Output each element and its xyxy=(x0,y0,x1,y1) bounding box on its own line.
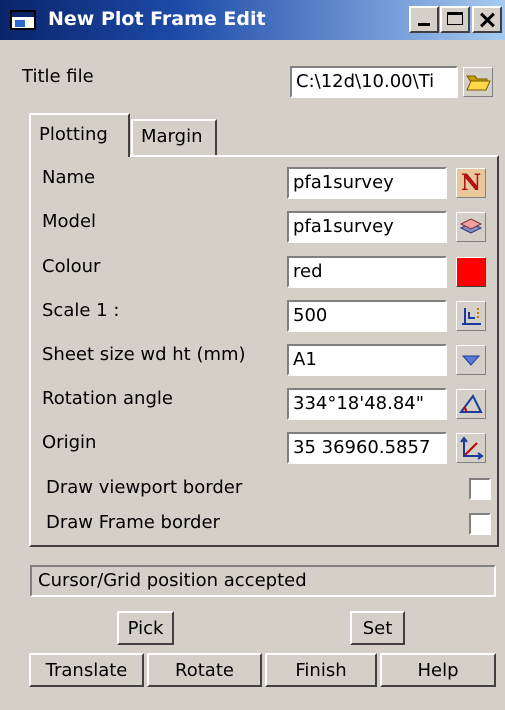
name-n-icon[interactable]: N xyxy=(456,168,486,198)
colour-label: Colour xyxy=(42,256,101,277)
sheet-size-label: Sheet size wd ht (mm) xyxy=(42,344,246,365)
chevron-down-icon[interactable] xyxy=(456,345,486,375)
window-title: New Plot Frame Edit xyxy=(48,8,266,30)
minimize-button[interactable] xyxy=(409,6,439,33)
origin-input[interactable]: 35 36960.5857 xyxy=(287,432,447,464)
rotation-input[interactable]: 334°18'48.84" xyxy=(287,388,447,420)
help-button[interactable]: Help xyxy=(380,653,496,687)
model-input[interactable]: pfa1survey xyxy=(287,211,447,243)
app-icon xyxy=(10,10,36,30)
frame-border-label: Draw Frame border xyxy=(46,512,220,533)
sheet-size-select[interactable]: A1 xyxy=(287,344,447,376)
angle-icon[interactable] xyxy=(456,389,486,419)
layers-icon[interactable] xyxy=(456,212,486,242)
close-button[interactable] xyxy=(472,6,502,33)
translate-button[interactable]: Translate xyxy=(29,653,144,687)
title-file-input[interactable]: C:\12d\10.00\Ti xyxy=(290,66,458,98)
origin-label: Origin xyxy=(42,432,97,453)
rotate-button[interactable]: Rotate xyxy=(147,653,262,687)
tab-margin[interactable]: Margin xyxy=(131,119,217,155)
scale-label: Scale 1 : xyxy=(42,300,120,321)
model-label: Model xyxy=(42,211,97,232)
tab-plotting[interactable]: Plotting xyxy=(29,113,130,157)
colour-swatch[interactable] xyxy=(456,257,486,287)
frame-border-checkbox[interactable] xyxy=(469,513,491,535)
maximize-button[interactable] xyxy=(440,6,470,33)
scale-icon[interactable] xyxy=(456,301,486,331)
viewport-border-label: Draw viewport border xyxy=(46,477,243,498)
folder-icon[interactable] xyxy=(463,67,493,97)
status-bar: Cursor/Grid position accepted xyxy=(30,565,496,597)
rotation-label: Rotation angle xyxy=(42,388,173,409)
colour-input[interactable]: red xyxy=(287,256,447,288)
scale-input[interactable]: 500 xyxy=(287,300,447,332)
name-label: Name xyxy=(42,167,96,188)
title-bar[interactable]: New Plot Frame Edit xyxy=(0,0,505,40)
axes-icon[interactable] xyxy=(456,433,486,463)
viewport-border-checkbox[interactable] xyxy=(469,478,491,500)
name-input[interactable]: pfa1survey xyxy=(287,167,447,199)
finish-button[interactable]: Finish xyxy=(265,653,377,687)
title-file-label: Title file xyxy=(22,66,94,87)
set-button[interactable]: Set xyxy=(350,611,405,645)
pick-button[interactable]: Pick xyxy=(117,611,174,645)
